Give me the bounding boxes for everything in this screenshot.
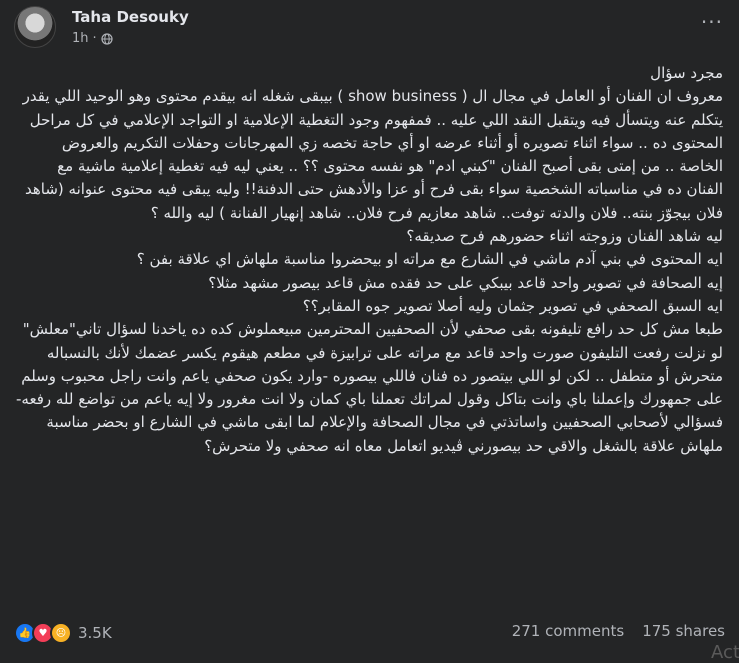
- globe-icon: [101, 32, 113, 45]
- activation-watermark: Acti: [711, 642, 739, 663]
- post-meta: 1h ·: [72, 31, 113, 46]
- reaction-count[interactable]: 3.5K: [78, 624, 112, 642]
- post-paragraph: ليه شاهد الفنان وزوجته اثناء حضورهم فرح …: [136, 227, 723, 315]
- author-name[interactable]: Taha Desouky: [72, 8, 189, 26]
- reactions-summary[interactable]: 👍 ♥ ☹ 3.5K: [14, 622, 112, 644]
- post-paragraph: لو نزلت رفعت التليفون صورت واحد قاعد مع …: [16, 343, 723, 409]
- comments-count[interactable]: 271 comments: [512, 622, 624, 640]
- post-header: Taha Desouky 1h · ···: [14, 6, 729, 50]
- shares-count[interactable]: 175 shares: [642, 622, 725, 640]
- facebook-post: Taha Desouky 1h · ··· مجرد سؤال معروف ان…: [0, 0, 739, 663]
- engagement-stats: 271 comments 175 shares: [512, 622, 725, 640]
- post-paragraph: فسؤالي لأصحابي الصحفيين واساتذتي في مجال…: [46, 413, 723, 455]
- post-paragraph: مجرد سؤال معروف ان الفنان أو العامل في م…: [22, 64, 723, 222]
- sad-icon: ☹: [50, 622, 72, 644]
- post-content: مجرد سؤال معروف ان الفنان أو العامل في م…: [16, 62, 723, 610]
- post-paragraph: طبعا مش كل حد رافع تليفونه بقى صحفي لأن …: [22, 320, 723, 339]
- post-time[interactable]: 1h: [72, 31, 89, 46]
- meta-separator: ·: [92, 31, 97, 46]
- avatar[interactable]: [14, 6, 56, 48]
- more-options-button[interactable]: ···: [701, 10, 723, 34]
- post-footer: 👍 ♥ ☹ 3.5K 271 comments 175 shares: [14, 618, 725, 646]
